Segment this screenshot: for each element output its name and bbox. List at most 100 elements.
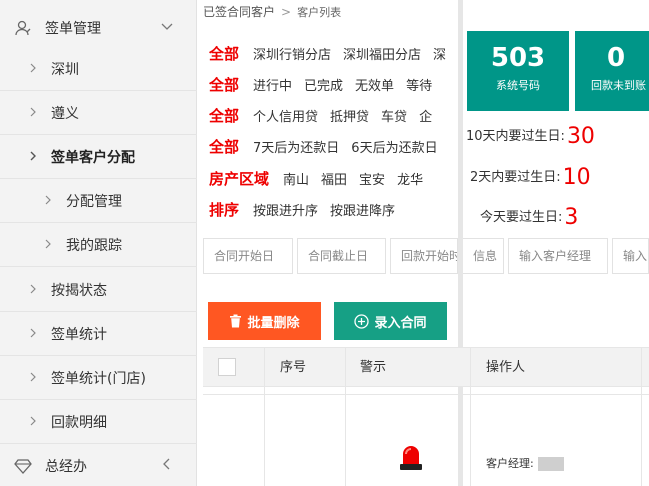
breadcrumb-current: 客户列表 [297,6,342,19]
filter-status: 全部 进行中 已完成 无效单 等待 [209,74,458,94]
sidebar-group-gm-office[interactable]: 总经办 [0,444,197,486]
sidebar-item-label: 按揭状态 [51,282,107,299]
chevron-right-icon [45,195,51,205]
filter-option[interactable]: 按跟进升序 [253,204,318,219]
sidebar-item-label: 回款明细 [51,414,107,431]
chevron-right-icon [30,372,36,382]
stat-tile-unpaid[interactable]: 0 回款未到账 [575,31,649,111]
filter-all[interactable]: 全部 [209,76,239,94]
app-root: 签单管理 深圳 遵义 签单客户分配 分配管理 我的跟踪 按揭状态 签单统计 签单… [0,0,649,486]
filter-option[interactable]: 车贷 [381,110,407,125]
filter-option[interactable]: 深 [433,48,446,63]
filter-option[interactable]: 按跟进降序 [330,204,395,219]
sidebar-item-contract-stats-store[interactable]: 签单统计(门店) [0,356,197,400]
filter-option[interactable]: 个人信用贷 [253,110,318,125]
filter-option[interactable]: 7天后为还款日 [253,141,339,156]
sidebar-item-client-assign[interactable]: 签单客户分配 [0,135,197,179]
birthday-label: 今天要过生日: [480,210,563,225]
breadcrumb-separator: > [281,5,292,19]
sidebar-item-label: 深圳 [51,61,79,78]
sidebar-item-assign-manage[interactable]: 分配管理 [0,179,197,223]
manager-label: 客户经理: [486,457,534,470]
column-header-operator[interactable]: 操作人 [486,348,525,388]
filter-option[interactable]: 深圳行销分店 [253,48,331,63]
sidebar-item-contract-stats[interactable]: 签单统计 [0,312,197,356]
chevron-right-icon [30,416,36,426]
select-all-checkbox[interactable] [218,358,236,376]
filter-option[interactable]: 深圳福田分店 [343,48,421,63]
birthday-count: 3 [564,205,579,230]
plus-circle-icon [354,313,370,329]
contract-start-date-input[interactable]: 合同开始日 [203,238,293,274]
filter-all[interactable]: 全部 [209,45,239,63]
contract-end-date-input[interactable]: 合同截止日 [297,238,386,274]
user-icon [15,20,31,36]
filter-option[interactable]: 等待 [406,79,432,94]
sidebar-group-label: 总经办 [45,459,87,475]
column-header-no[interactable]: 序号 [280,348,306,388]
diamond-icon [14,459,32,474]
sidebar-item-repayment-detail[interactable]: 回款明细 [0,400,197,444]
stat-value: 503 [490,43,546,73]
breadcrumb-parent[interactable]: 已签合同客户 [203,5,275,19]
sidebar: 签单管理 深圳 遵义 签单客户分配 分配管理 我的跟踪 按揭状态 签单统计 签单… [0,0,197,486]
filter-option[interactable]: 企 [419,110,432,125]
sidebar-item-label: 签单统计(门店) [51,370,146,387]
repay-start-date-input[interactable]: 回款开始时间 [390,238,458,274]
sidebar-item-label: 分配管理 [66,193,122,210]
filter-option[interactable]: 龙华 [397,173,423,188]
table-header: 序号 警示 操作人 [203,347,649,387]
sidebar-item-label: 签单客户分配 [51,149,135,166]
sidebar-item-label: 我的跟踪 [66,237,122,254]
column-header-warning[interactable]: 警示 [360,348,386,388]
sidebar-group-label: 签单管理 [45,21,101,37]
siren-alert-icon [400,446,422,470]
birthday-10days[interactable]: 10天内要过生日:30 [466,124,595,149]
birthday-2days[interactable]: 2天内要过生日:10 [470,165,591,190]
sidebar-item-my-tracking[interactable]: 我的跟踪 [0,223,197,267]
birthday-count: 10 [562,165,591,190]
info-input[interactable]: 信息 [463,238,504,274]
sidebar-group-contracts[interactable]: 签单管理 [0,6,197,50]
filter-option[interactable]: 抵押贷 [330,110,369,125]
chevron-right-icon [30,63,36,73]
filter-option[interactable]: 已完成 [304,79,343,94]
filter-option[interactable]: 6天后为还款日 [351,141,437,156]
add-contract-button[interactable]: 录入合同 [334,302,447,340]
extra-input[interactable]: 输入 [612,238,649,274]
stat-caption: 系统号码 [496,79,540,92]
add-contract-label: 录入合同 [374,315,427,331]
row-manager: 客户经理: [486,455,564,471]
sidebar-item-label: 签单统计 [51,326,107,343]
chevron-right-icon [30,107,36,117]
sidebar-item-label: 遵义 [51,105,79,122]
filter-option[interactable]: 无效单 [355,79,394,94]
chevron-right-icon [30,328,36,338]
manager-name-redacted [537,457,564,471]
stat-tile-system-numbers[interactable]: 503 系统号码 [467,31,569,111]
manager-input[interactable]: 输入客户经理 [508,238,608,274]
sidebar-item-shenzhen[interactable]: 深圳 [0,47,197,91]
filter-option[interactable]: 宝安 [359,173,385,188]
batch-delete-label: 批量删除 [247,315,300,331]
birthday-today[interactable]: 今天要过生日:3 [480,205,578,230]
filter-option[interactable]: 进行中 [253,79,292,94]
chevron-right-icon [45,239,51,249]
filter-option[interactable]: 福田 [321,173,347,188]
chevron-right-icon [30,284,36,294]
filter-sort: 排序 按跟进升序 按跟进降序 [209,199,458,219]
batch-delete-button[interactable]: 批量删除 [208,302,321,340]
chevron-right-icon [30,151,36,161]
filter-loan-type: 全部 个人信用贷 抵押贷 车贷企 [209,105,458,125]
filter-all[interactable]: 全部 [209,138,239,156]
filter-all[interactable]: 全部 [209,107,239,125]
sidebar-item-zunyi[interactable]: 遵义 [0,91,197,135]
breadcrumb: 已签合同客户 > 客户列表 [203,3,341,20]
filter-option[interactable]: 南山 [283,173,309,188]
birthday-count: 30 [566,124,595,149]
filter-repay-day: 全部 7天后为还款日 6天后为还款日 [209,136,458,156]
sidebar-item-mortgage-status[interactable]: 按揭状态 [0,268,197,312]
filter-store: 全部 深圳行销分店 深圳福田分店深 [209,43,458,63]
chevron-down-icon [161,23,173,30]
filter-area: 房产区域 南山 福田 宝安 龙华 [209,168,458,188]
